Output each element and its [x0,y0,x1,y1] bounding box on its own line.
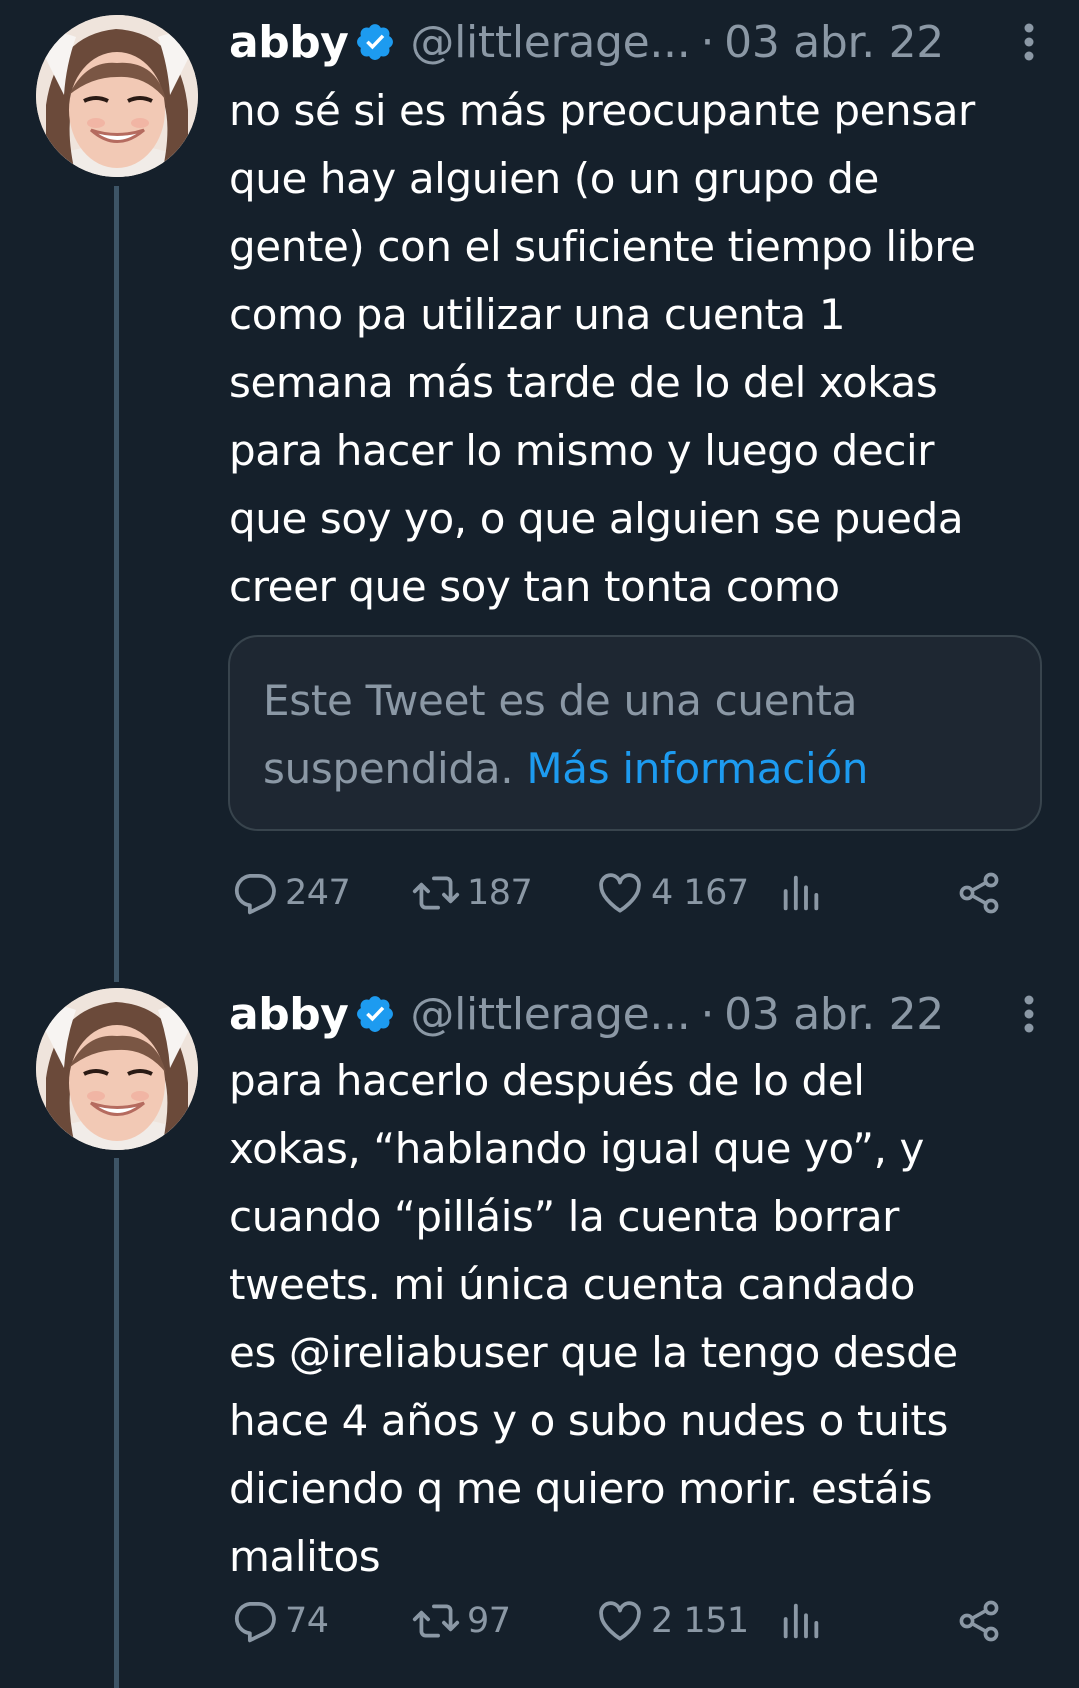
suspended-quote-card[interactable]: Este Tweet es de una cuenta suspendida. … [228,635,1042,831]
tweet-header: abby @littlerage... · 03 abr. 22 [229,986,1065,1042]
tweet-text-line: creer que soy tan tonta como [229,562,840,611]
suspended-notice-line: Este Tweet es de una cuenta [263,676,858,725]
retweet-button[interactable]: 97 [411,1593,511,1649]
reply-button[interactable]: 247 [229,865,351,921]
tweet-text: no sé si es más preocupante pensar que h… [229,77,1064,621]
reply-count: 74 [285,1601,329,1641]
tweet-text-line: xokas, “hablando igual que yo”, y [229,1124,925,1173]
tweet-text-line: como pa utilizar una cuenta 1 [229,290,846,339]
username-handle[interactable]: @littlerage... [410,17,690,68]
display-name[interactable]: abby [229,17,349,68]
retweet-count: 97 [467,1601,511,1641]
tweet-text-line: hace 4 años y o subo nudes o tuits [229,1396,948,1445]
tweet-2[interactable]: abby @littlerage... · 03 abr. 22 para ha… [0,975,1079,1688]
analytics-icon [778,870,824,916]
verified-badge-icon [354,21,396,63]
like-button[interactable]: 2 151 [595,1593,749,1649]
avatar-photo-icon [36,15,198,177]
share-button[interactable] [955,1593,1003,1649]
avatar-photo-icon [36,988,198,1150]
tweet-text: para hacerlo después de lo del xokas, “h… [229,1047,1064,1591]
retweet-icon [411,1596,461,1646]
thread-connector-line [114,186,119,982]
thread-connector-line [114,1158,119,1688]
tweet-text-line: es @ireliabuser que la tengo desde [229,1328,958,1377]
analytics-button[interactable] [778,865,824,921]
tweet-text-line: no sé si es más preocupante pensar [229,86,975,135]
tweet-text-line: tweets. mi única cuenta candado [229,1260,916,1309]
suspended-notice-line: suspendida. Más información [263,735,868,803]
separator-dot: · [700,988,715,1040]
tweet-text-line: malitos [229,1532,381,1581]
tweet-1[interactable]: abby @littlerage... · 03 abr. 22 no sé s… [0,0,1079,982]
tweet-text-line: que hay alguien (o un grupo de [229,154,879,203]
tweet-text-line: diciendo q me quiero morir. estáis [229,1464,933,1513]
suspended-notice: Este Tweet es de una cuenta suspendida. … [263,667,868,803]
display-name[interactable]: abby [229,989,349,1040]
avatar[interactable] [36,988,198,1150]
reply-icon [229,1596,279,1646]
separator-dot: · [700,16,715,68]
share-icon [955,1597,1003,1645]
share-button[interactable] [955,865,1003,921]
tweet-header: abby @littlerage... · 03 abr. 22 [229,14,1065,70]
analytics-button[interactable] [778,1593,824,1649]
more-info-link[interactable]: Más información [526,744,868,793]
username-handle[interactable]: @littlerage... [410,989,690,1040]
tweet-text-line: semana más tarde de lo del xokas [229,358,938,407]
share-icon [955,869,1003,917]
tweet-text-line: para hacer lo mismo y luego decir [229,426,935,475]
like-count: 4 167 [651,873,749,913]
reply-icon [229,868,279,918]
tweet-actions: 74 97 2 151 [229,1593,1059,1649]
tweet-text-line: que soy yo, o que alguien se pueda [229,494,964,543]
like-icon [595,868,645,918]
reply-count: 247 [285,873,351,913]
reply-button[interactable]: 74 [229,1593,329,1649]
like-icon [595,1596,645,1646]
tweet-text-line: para hacerlo después de lo del [229,1056,865,1105]
tweet-actions: 247 187 4 167 [229,865,1059,921]
more-options-icon[interactable] [1023,994,1035,1034]
tweet-text-line: gente) con el suficiente tiempo libre [229,222,976,271]
avatar[interactable] [36,15,198,177]
verified-badge-icon [354,993,396,1035]
suspended-notice-prefix: suspendida. [263,744,514,793]
like-count: 2 151 [651,1601,749,1641]
tweet-date[interactable]: 03 abr. 22 [724,989,944,1040]
like-button[interactable]: 4 167 [595,865,749,921]
tweet-date[interactable]: 03 abr. 22 [724,17,944,68]
tweet-text-line: cuando “pilláis” la cuenta borrar [229,1192,900,1241]
analytics-icon [778,1598,824,1644]
retweet-count: 187 [467,873,533,913]
retweet-icon [411,868,461,918]
retweet-button[interactable]: 187 [411,865,533,921]
more-options-icon[interactable] [1023,22,1035,62]
